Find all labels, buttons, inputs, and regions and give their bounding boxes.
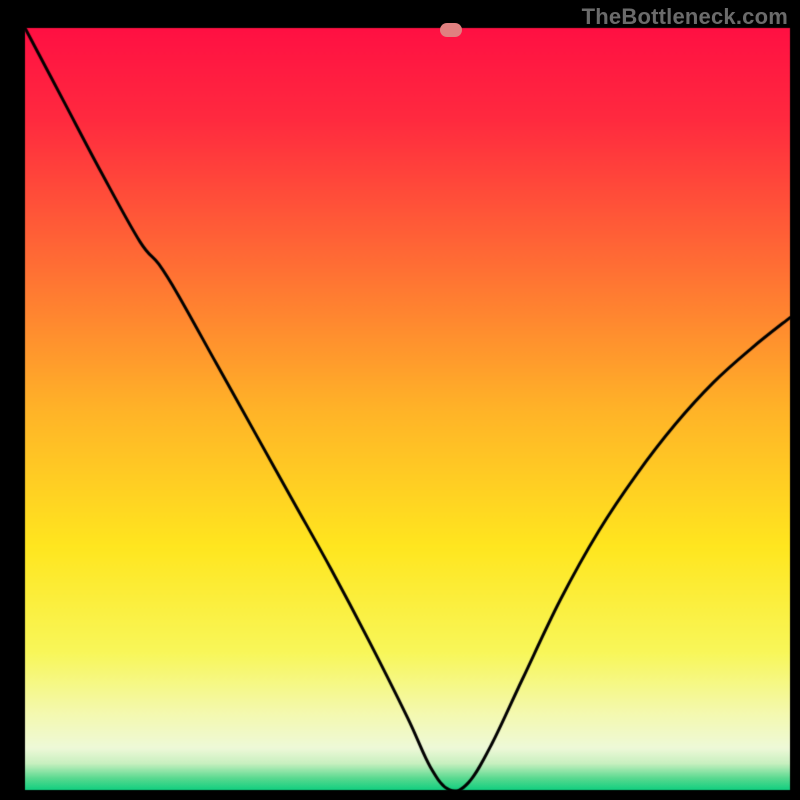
watermark-text: TheBottleneck.com [582, 4, 788, 30]
curve-layer [0, 0, 800, 800]
bottleneck-chart: TheBottleneck.com [0, 0, 800, 800]
optimal-point-marker [440, 23, 462, 37]
